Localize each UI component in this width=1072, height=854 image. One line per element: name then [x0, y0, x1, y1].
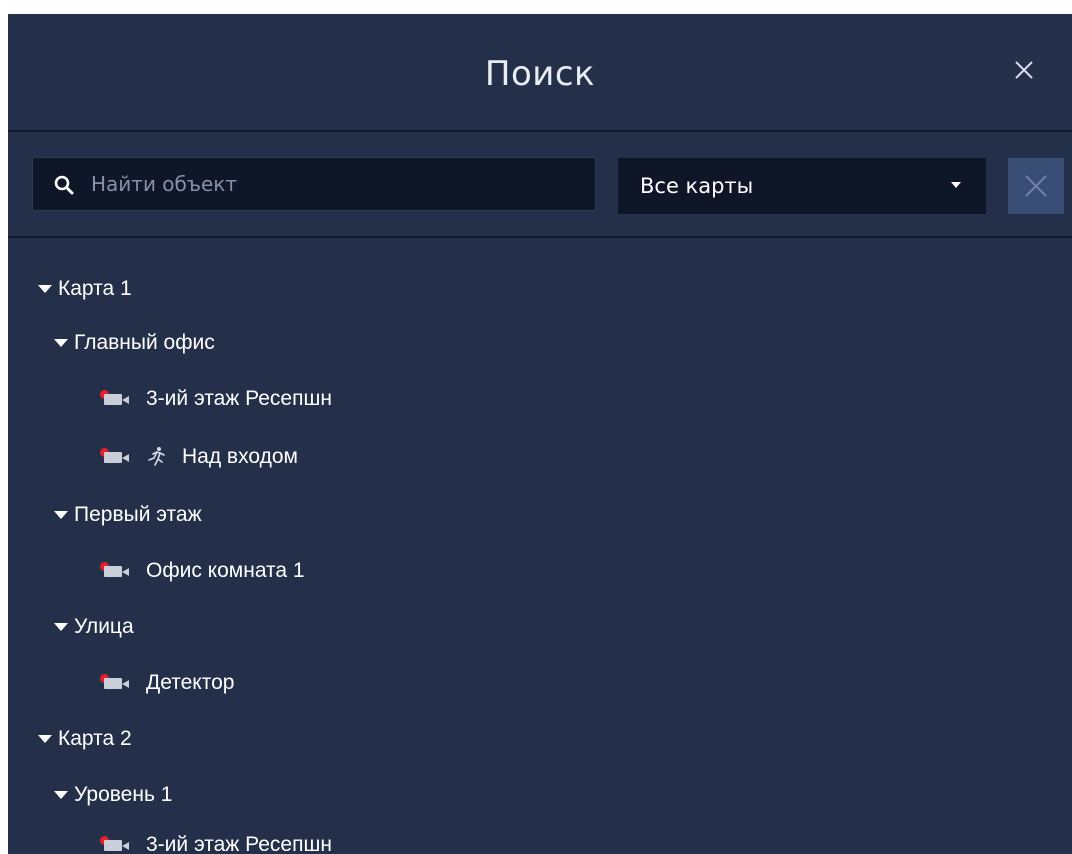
map-select[interactable]: Все карты [618, 158, 986, 214]
caret-down-icon[interactable] [38, 285, 52, 293]
tree-item-label: Офис комната 1 [146, 559, 305, 582]
tree-map-item[interactable]: Карта 1 [38, 274, 132, 304]
search-dialog: Поиск Все карты Карта 1 [8, 14, 1072, 854]
tree-group-item[interactable]: Главный офис [54, 328, 215, 358]
camera-alarm-icon [100, 674, 134, 692]
tree-camera-item[interactable]: 3-ий этаж Ресепшн [100, 384, 332, 414]
tree-camera-item[interactable]: Детектор [100, 668, 234, 698]
camera-alarm-icon [100, 836, 134, 854]
tree-item-label: Карта 2 [58, 727, 132, 750]
search-icon [54, 175, 74, 195]
caret-down-icon[interactable] [54, 511, 68, 519]
tree-camera-item[interactable]: Офис комната 1 [100, 556, 305, 586]
caret-down-icon[interactable] [54, 791, 68, 799]
tree-camera-item[interactable]: Над входом [100, 442, 298, 472]
tree-item-label: Над входом [182, 445, 298, 468]
tree-item-label: Улица [74, 615, 134, 638]
tree-item-label: Главный офис [74, 331, 215, 354]
camera-alarm-icon [100, 390, 134, 408]
tree-item-label: Детектор [146, 671, 235, 694]
running-person-icon [148, 447, 165, 466]
tree-group-item[interactable]: Первый этаж [54, 500, 202, 530]
tree-item-label: 3-ий этаж Ресепшн [146, 833, 332, 854]
tree-map-item[interactable]: Карта 2 [38, 724, 132, 754]
dialog-title: Поиск [484, 54, 596, 94]
caret-down-icon[interactable] [38, 735, 52, 743]
search-toolbar: Все карты [8, 132, 1072, 238]
caret-down-icon[interactable] [54, 339, 68, 347]
tree-camera-item[interactable]: 3-ий этаж Ресепшн [100, 830, 332, 854]
caret-down-icon[interactable] [54, 623, 68, 631]
dialog-header: Поиск [8, 14, 1072, 132]
camera-alarm-icon [100, 562, 134, 580]
tree-item-label: Карта 1 [58, 277, 132, 300]
tree-item-label: 3-ий этаж Ресепшн [146, 387, 332, 410]
tree-item-label: Первый этаж [74, 503, 202, 526]
tree-item-label: Уровень 1 [74, 783, 173, 806]
camera-alarm-icon [100, 448, 134, 466]
map-select-value: Все карты [640, 174, 754, 198]
close-icon [1025, 175, 1047, 197]
tree-group-item[interactable]: Уровень 1 [54, 780, 172, 810]
clear-search-button[interactable] [1008, 158, 1064, 214]
tree-group-item[interactable]: Улица [54, 612, 134, 642]
results-tree: Карта 1 Главный офис 3-ий этаж Ресепшн Н… [8, 238, 1072, 854]
search-input[interactable] [91, 158, 581, 210]
chevron-down-icon [951, 182, 961, 188]
close-icon[interactable] [1012, 58, 1036, 82]
search-box[interactable] [32, 157, 596, 211]
